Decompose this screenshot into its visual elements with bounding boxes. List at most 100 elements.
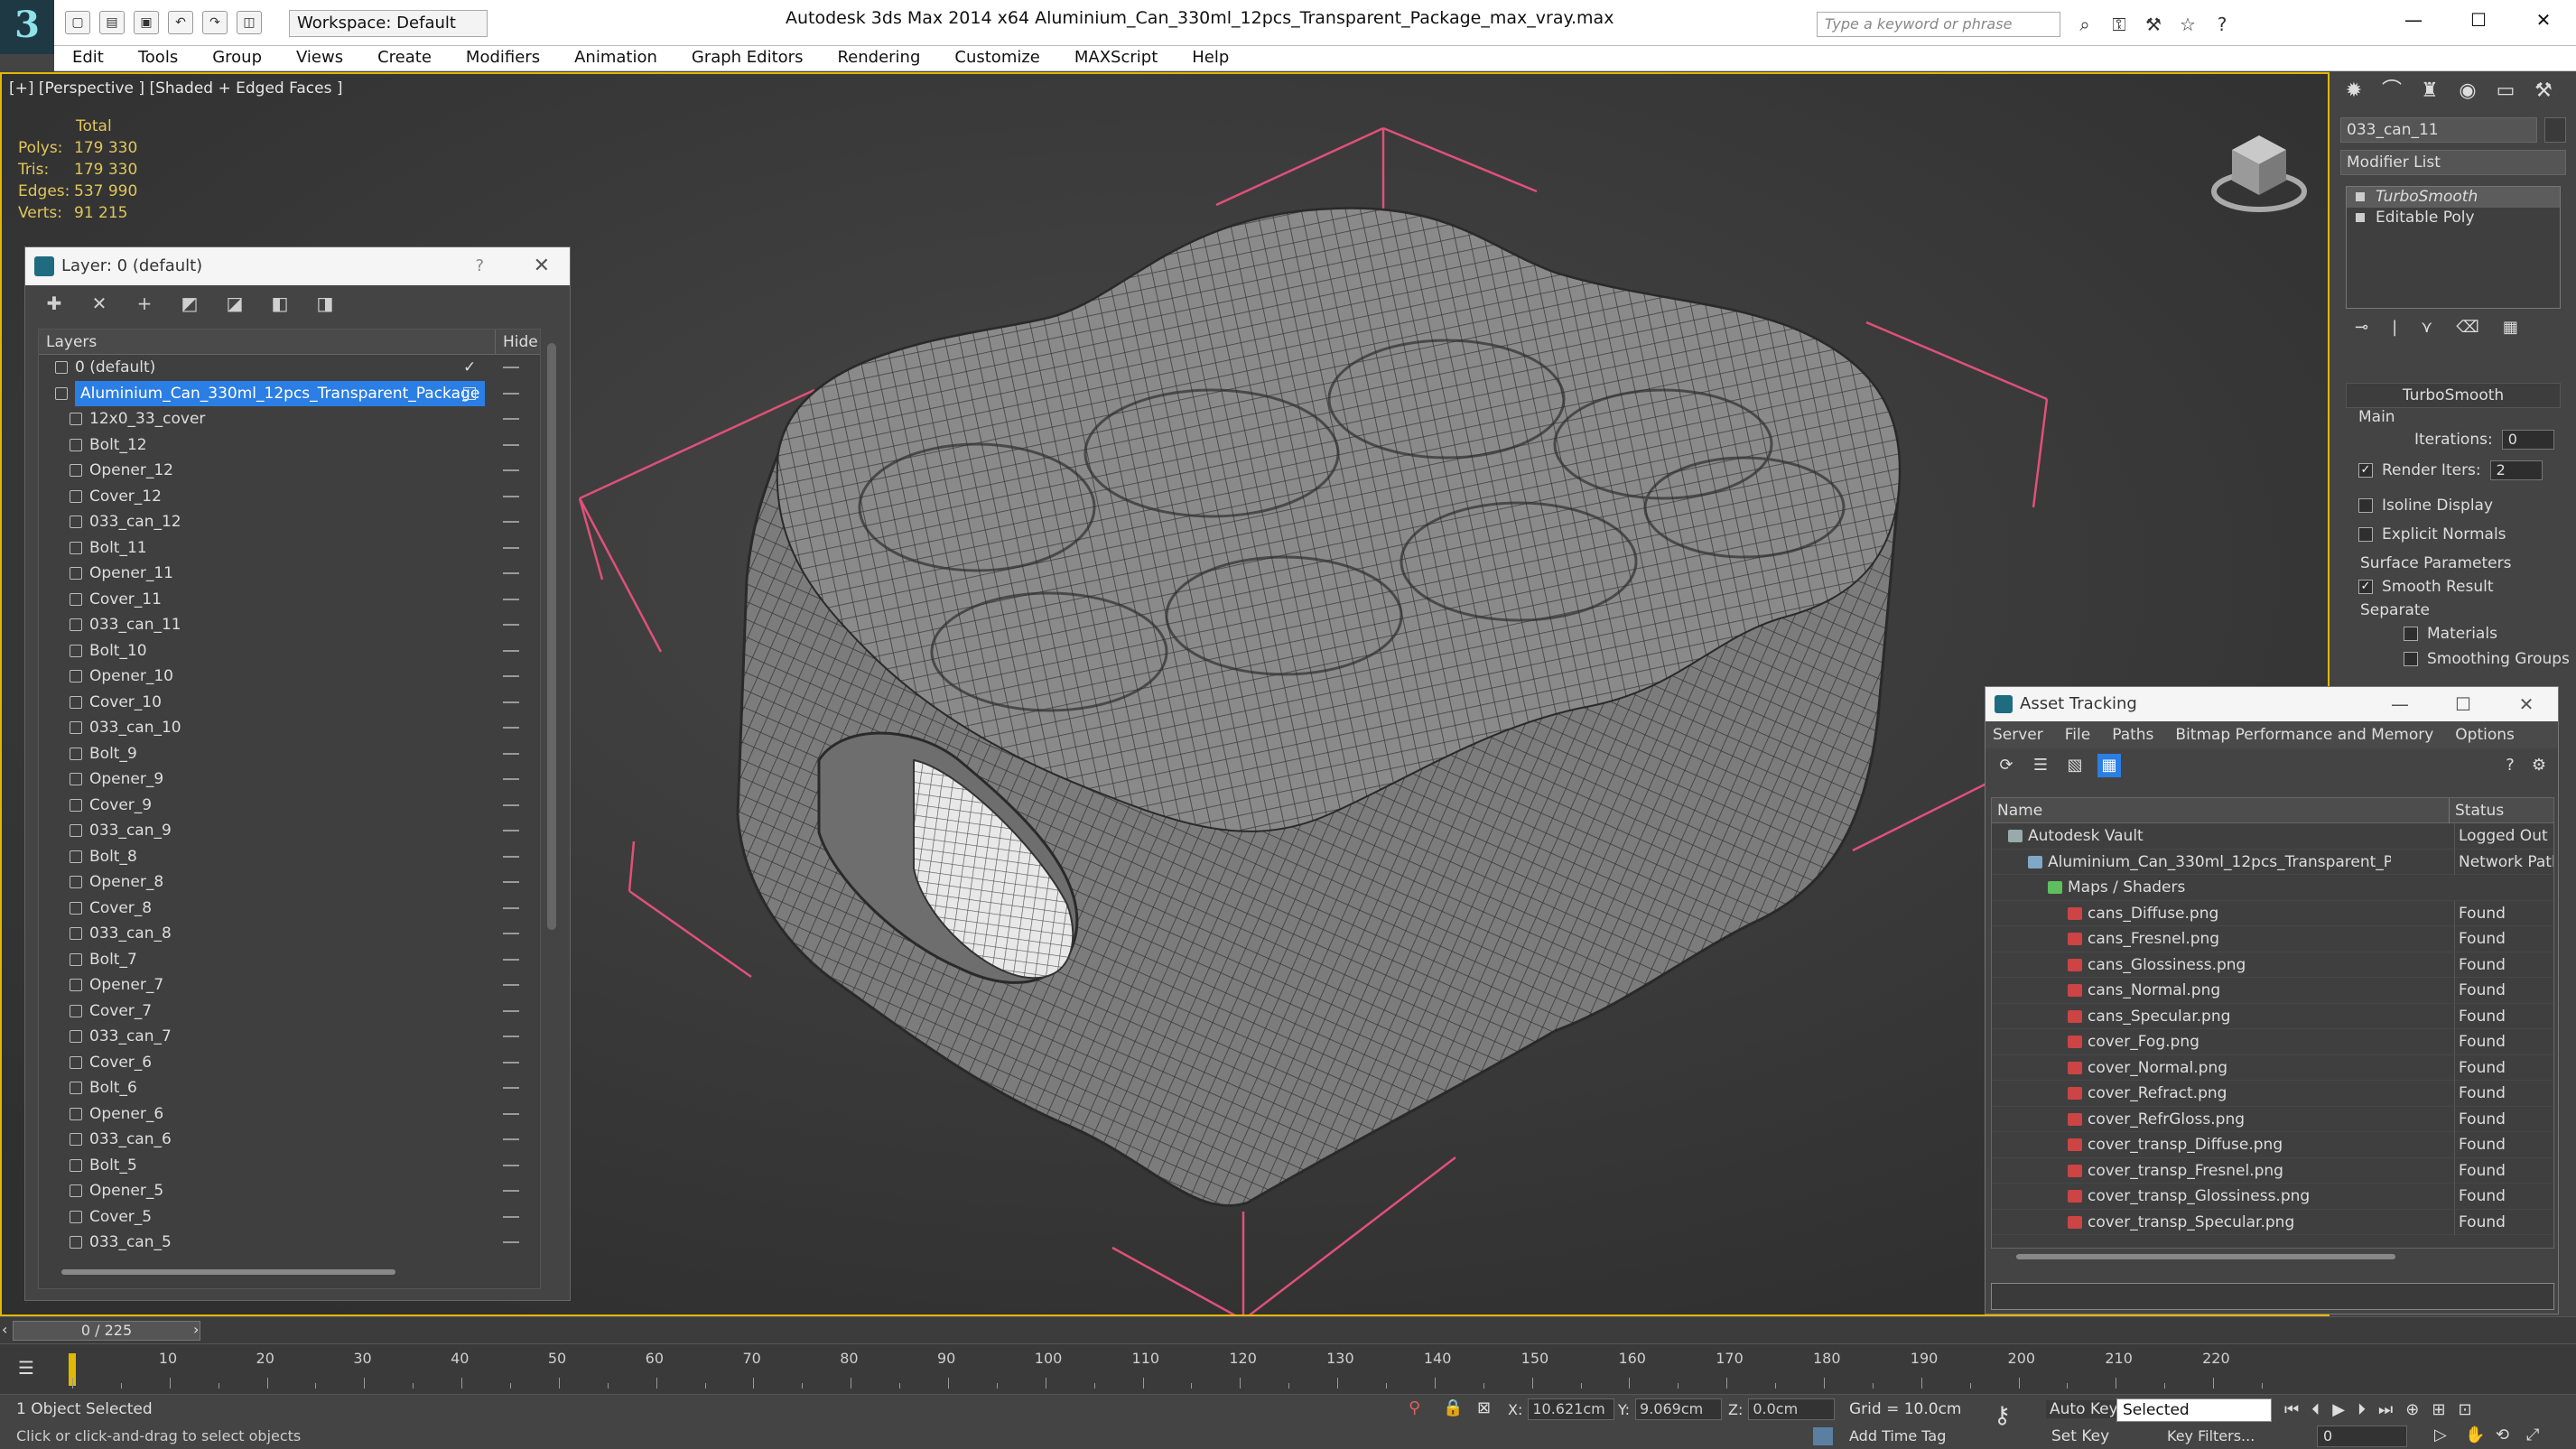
hide-toggle[interactable] <box>503 906 519 909</box>
asset-row[interactable]: cover_Fog.png Found <box>1992 1029 2553 1055</box>
hierarchy-tab-icon[interactable]: ♜ <box>2416 78 2443 105</box>
hide-toggle[interactable] <box>503 855 519 858</box>
maximize-viewport-icon[interactable]: ⤢ <box>2526 1426 2539 1444</box>
layer-row[interactable]: Bolt_9 <box>39 741 540 767</box>
set-key-button[interactable]: Set Key <box>2051 1427 2109 1445</box>
explicit-normals-checkbox[interactable] <box>2358 527 2373 542</box>
hide-toggle[interactable] <box>503 1215 519 1218</box>
app-logo[interactable]: 3 <box>0 0 54 54</box>
layer-row[interactable]: Opener_9 <box>39 766 540 793</box>
hide-toggle[interactable] <box>503 521 519 523</box>
refresh-icon[interactable]: ⟳ <box>1995 754 2018 777</box>
auto-key-button[interactable]: Auto Key <box>2046 1400 2122 1418</box>
delete-layer-icon[interactable]: ✕ <box>88 293 110 314</box>
create-tab-icon[interactable]: ✹ <box>2340 78 2367 105</box>
hide-toggle[interactable] <box>503 958 519 961</box>
hide-toggle[interactable] <box>503 1138 519 1140</box>
menu-rendering[interactable]: Rendering <box>837 46 920 70</box>
help-icon[interactable]: ? <box>2498 754 2522 777</box>
hide-toggle[interactable] <box>503 778 519 780</box>
settings-icon[interactable]: ⚙ <box>2527 754 2551 777</box>
layer-horizontal-scrollbar[interactable] <box>61 1269 395 1275</box>
hide-toggle[interactable] <box>503 572 519 574</box>
asset-row[interactable]: cover_RefrGloss.png Found <box>1992 1106 2553 1132</box>
undo-icon[interactable]: ↶ <box>168 11 193 34</box>
go-to-start-icon[interactable]: ⏮ <box>2284 1400 2299 1419</box>
hide-toggle[interactable] <box>503 1009 519 1012</box>
layer-row[interactable]: 12x0_33_cover <box>39 406 540 432</box>
layer-row[interactable]: Opener_12 <box>39 458 540 484</box>
menu-graph-editors[interactable]: Graph Editors <box>692 46 804 70</box>
isolate-icon[interactable]: ⚲ <box>1409 1398 1420 1417</box>
layer-row[interactable]: Bolt_12 <box>39 432 540 459</box>
star-icon[interactable]: ☆ <box>2175 12 2200 37</box>
hide-toggle[interactable] <box>503 546 519 549</box>
hide-toggle[interactable] <box>503 1061 519 1064</box>
layer-row[interactable]: Bolt_6 <box>39 1075 540 1101</box>
layer-row[interactable]: 033_can_9 <box>39 818 540 844</box>
layer-row[interactable]: Cover_6 <box>39 1050 540 1076</box>
create-layer-icon[interactable]: ✚ <box>43 293 65 314</box>
menu-tools[interactable]: Tools <box>138 46 178 70</box>
track-bar[interactable]: ☰ 10 20 30 40 50 60 70 80 90 100 110 120 130 140 150 16… <box>0 1343 2576 1394</box>
zoom-all-icon[interactable]: ⊞ <box>2432 1400 2445 1419</box>
new-file-icon[interactable]: ▢ <box>65 11 90 34</box>
current-layer-check-icon[interactable]: ✓ <box>463 355 476 380</box>
layer-row[interactable]: Opener_10 <box>39 664 540 690</box>
save-file-icon[interactable]: ▣ <box>134 11 159 34</box>
current-frame-field[interactable]: 0 <box>2317 1426 2407 1447</box>
highlight-layer-icon[interactable]: ◪ <box>224 293 246 314</box>
layer-row[interactable]: Cover_12 <box>39 484 540 510</box>
z-field[interactable]: 0.0cm <box>1748 1398 1836 1420</box>
smoothing-groups-checkbox[interactable] <box>2404 652 2418 666</box>
asset-menu-options[interactable]: Options <box>2455 721 2515 748</box>
turbosmooth-rollout[interactable]: TurboSmooth <box>2346 383 2561 408</box>
y-field[interactable]: 9.069cm <box>1635 1398 1723 1420</box>
previous-frame-icon[interactable]: ⏴ <box>2311 1400 2320 1419</box>
hide-toggle[interactable] <box>503 367 519 368</box>
time-next-icon[interactable]: › <box>193 1321 199 1338</box>
add-to-layer-icon[interactable]: + <box>134 293 155 314</box>
hide-all-icon[interactable]: ◧ <box>269 293 291 314</box>
layer-row[interactable]: 033_can_8 <box>39 921 540 947</box>
add-time-tag-button[interactable]: Add Time Tag <box>1849 1427 1946 1444</box>
display-tab-icon[interactable]: ▭ <box>2492 78 2519 105</box>
hide-toggle[interactable] <box>503 649 519 652</box>
layer-row[interactable]: 033_can_10 <box>39 715 540 741</box>
maximize-icon[interactable]: ☐ <box>2446 0 2511 40</box>
hide-toggle[interactable] <box>503 469 519 471</box>
freeze-all-icon[interactable]: ◨ <box>314 293 336 314</box>
hide-toggle[interactable] <box>503 392 519 395</box>
layer-row[interactable]: 033_can_12 <box>39 509 540 535</box>
redo-icon[interactable]: ↷ <box>202 11 228 34</box>
key-filters-button[interactable]: Key Filters... <box>2167 1427 2255 1444</box>
layer-row[interactable]: Cover_11 <box>39 587 540 613</box>
thumbnail-view-icon[interactable]: ▧ <box>2063 754 2087 777</box>
layer-row[interactable]: Cover_5 <box>39 1204 540 1231</box>
asset-row[interactable]: cover_transp_Specular.png Found <box>1992 1209 2553 1235</box>
hide-toggle[interactable] <box>503 933 519 934</box>
layer-row[interactable]: 0 (default) ✓ <box>39 355 540 381</box>
asset-row[interactable]: cover_transp_Glossiness.png Found <box>1992 1184 2553 1210</box>
workspace-dropdown[interactable]: Workspace: Default <box>289 10 488 37</box>
menu-modifiers[interactable]: Modifiers <box>466 46 540 70</box>
utilities-tab-icon[interactable]: ⚒ <box>2530 78 2557 105</box>
layer-row[interactable]: Bolt_10 <box>39 638 540 664</box>
asset-path-field[interactable] <box>1991 1283 2554 1310</box>
asset-row[interactable]: cover_Normal.png Found <box>1992 1054 2553 1081</box>
modify-tab-icon[interactable]: ⌒ <box>2378 78 2405 105</box>
play-icon[interactable]: ▶ <box>2332 1400 2345 1419</box>
hide-toggle[interactable] <box>503 598 519 600</box>
open-file-icon[interactable]: ▤ <box>99 11 125 34</box>
time-prev-icon[interactable]: ‹ <box>2 1321 7 1338</box>
search-input[interactable]: Type a keyword or phrase <box>1817 12 2060 37</box>
make-unique-icon[interactable]: ⋎ <box>2421 318 2432 337</box>
hide-toggle[interactable] <box>503 624 519 626</box>
isoline-checkbox[interactable] <box>2358 498 2373 513</box>
modifier-stack-item[interactable]: TurboSmooth <box>2347 187 2560 208</box>
time-slider[interactable]: 0 / 225 <box>13 1321 200 1341</box>
layer-row[interactable]: 033_can_11 <box>39 612 540 638</box>
maximize-icon[interactable]: ☐ <box>2432 687 2495 721</box>
layer-row[interactable]: 033_can_5 <box>39 1230 540 1256</box>
minimize-icon[interactable]: — <box>2381 0 2446 40</box>
